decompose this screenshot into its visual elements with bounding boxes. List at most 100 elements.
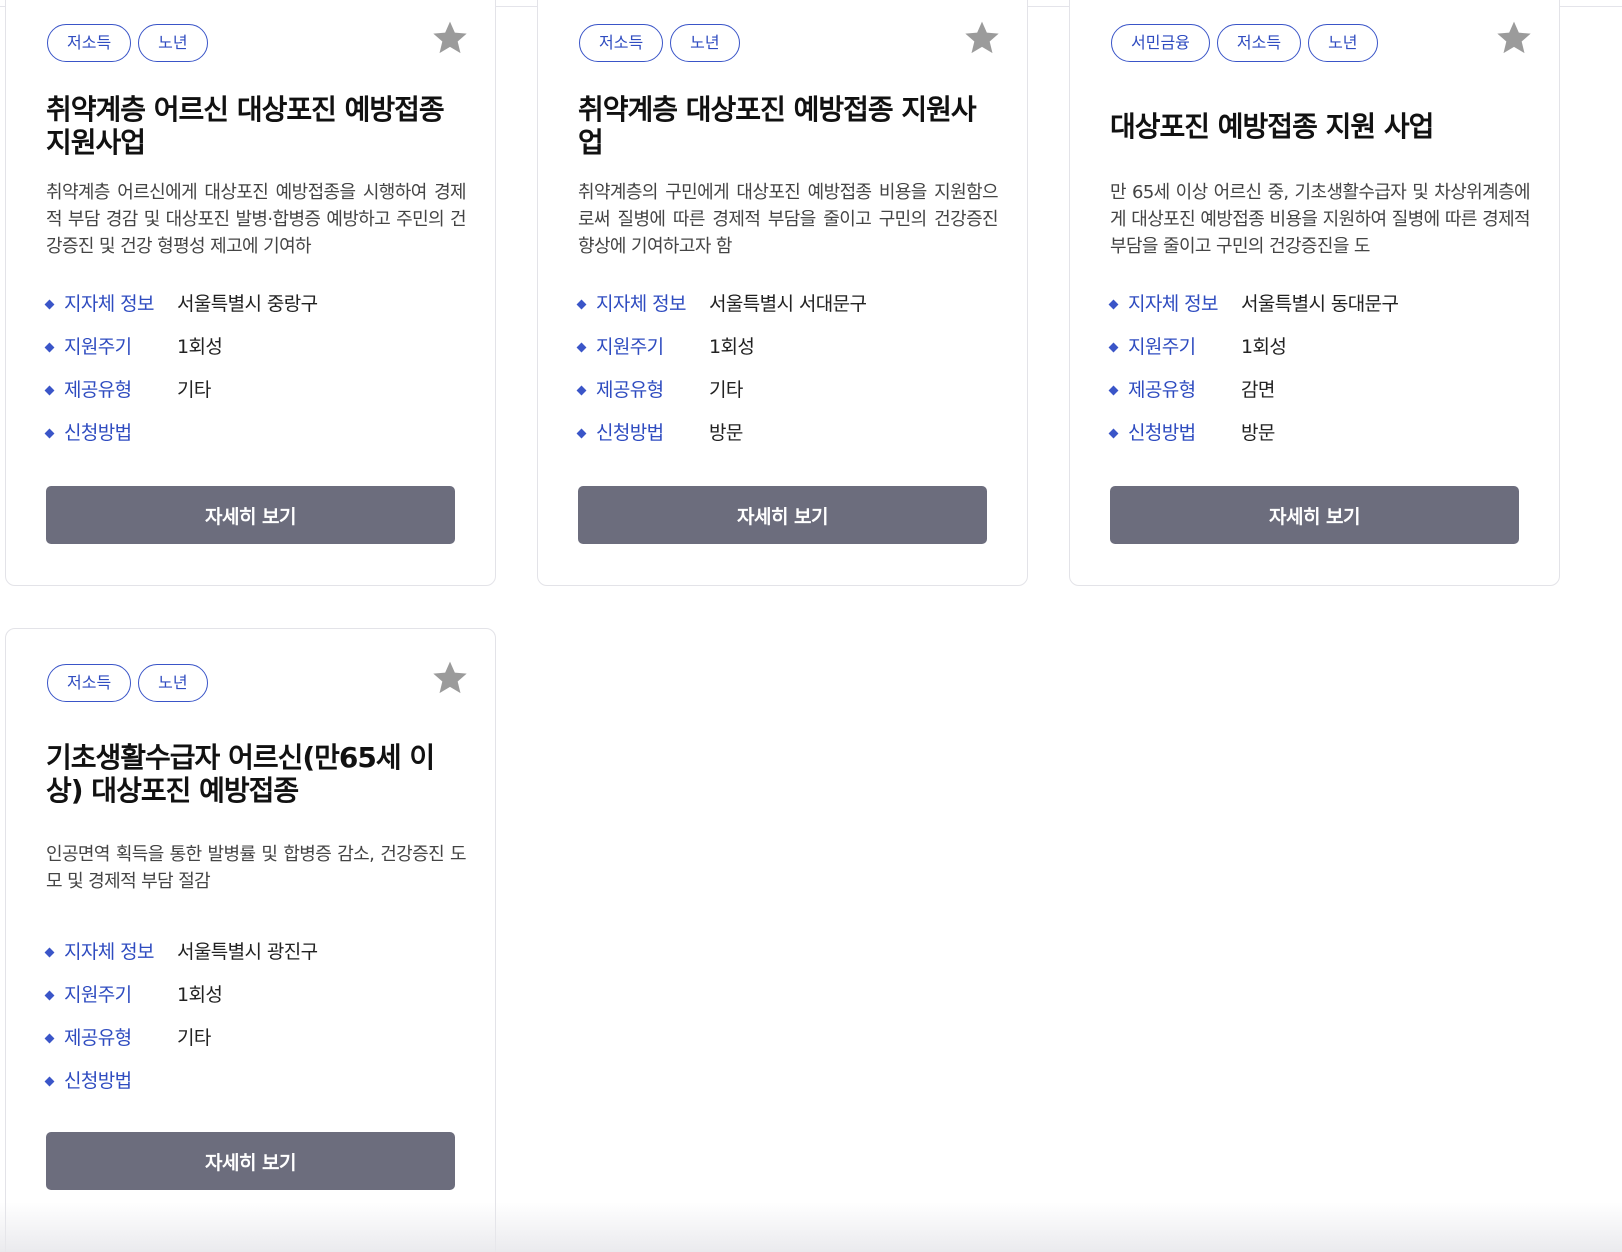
info-row-region: 지자체 정보 서울특별시 광진구	[44, 939, 464, 982]
info-row-method: 신청방법 방문	[1108, 420, 1528, 463]
info-value: 방문	[1241, 422, 1275, 444]
info-value: 기타	[709, 379, 743, 401]
diamond-bullet-icon	[44, 428, 55, 439]
info-label: 제공유형	[64, 1027, 132, 1049]
info-value: 1회성	[177, 336, 223, 358]
info-row-cycle: 지원주기 1회성	[1108, 334, 1528, 377]
diamond-bullet-icon	[44, 342, 55, 353]
info-list: 지자체 정보 서울특별시 중랑구 지원주기 1회성 제공유형 기타 신청방법	[44, 291, 464, 463]
info-label: 신청방법	[64, 422, 132, 444]
tag-chip[interactable]: 노년	[670, 24, 740, 62]
card-description: 취약계층의 구민에게 대상포진 예방접종 비용을 지원함으로써 질병에 따른 경…	[578, 182, 998, 257]
info-row-method: 신청방법	[44, 420, 464, 463]
info-label: 지자체 정보	[1128, 293, 1218, 315]
info-row-region: 지자체 정보 서울특별시 서대문구	[576, 291, 996, 334]
service-card: 저소득 노년 기초생활수급자 어르신(만65세 이상) 대상포진 예방접종 인공…	[5, 628, 496, 1252]
diamond-bullet-icon	[576, 385, 587, 396]
service-card: 저소득 노년 취약계층 대상포진 예방접종 지원사업 취약계층의 구민에게 대상…	[537, 0, 1028, 586]
diamond-bullet-icon	[44, 299, 55, 310]
diamond-bullet-icon	[1108, 342, 1119, 353]
detail-button[interactable]: 자세히 보기	[46, 486, 455, 544]
star-icon[interactable]	[1494, 18, 1534, 58]
card-title: 대상포진 예방접종 지원 사업	[1110, 110, 1434, 143]
info-list: 지자체 정보 서울특별시 광진구 지원주기 1회성 제공유형 기타 신청방법	[44, 939, 464, 1111]
info-value: 서울특별시 광진구	[177, 941, 318, 963]
info-label: 지자체 정보	[64, 293, 154, 315]
card-description: 만 65세 이상 어르신 중, 기초생활수급자 및 차상위계층에게 대상포진 예…	[1110, 182, 1530, 257]
diamond-bullet-icon	[576, 342, 587, 353]
info-row-cycle: 지원주기 1회성	[576, 334, 996, 377]
info-row-type: 제공유형 기타	[44, 1025, 464, 1068]
info-value: 서울특별시 동대문구	[1241, 293, 1399, 315]
service-card: 저소득 노년 취약계층 어르신 대상포진 예방접종 지원사업 취약계층 어르신에…	[5, 0, 496, 586]
diamond-bullet-icon	[576, 428, 587, 439]
info-label: 지원주기	[1128, 336, 1196, 358]
info-label: 신청방법	[1128, 422, 1196, 444]
detail-button[interactable]: 자세히 보기	[46, 1132, 455, 1190]
info-label: 제공유형	[596, 379, 664, 401]
star-icon[interactable]	[430, 658, 470, 698]
tag-chip[interactable]: 저소득	[1216, 24, 1302, 62]
info-label: 제공유형	[1128, 379, 1196, 401]
detail-button[interactable]: 자세히 보기	[578, 486, 987, 544]
detail-button[interactable]: 자세히 보기	[1110, 486, 1519, 544]
tag-chip[interactable]: 노년	[138, 24, 208, 62]
info-label: 제공유형	[64, 379, 132, 401]
info-value: 기타	[177, 379, 211, 401]
star-icon[interactable]	[962, 18, 1002, 58]
info-label: 지원주기	[64, 984, 132, 1006]
tag-list: 저소득 노년	[47, 664, 208, 702]
diamond-bullet-icon	[576, 299, 587, 310]
info-value: 1회성	[1241, 336, 1287, 358]
info-row-type: 제공유형 기타	[576, 377, 996, 420]
tag-list: 서민금융 저소득 노년	[1111, 24, 1378, 62]
tag-chip[interactable]: 저소득	[579, 24, 664, 62]
tag-list: 저소득 노년	[579, 24, 740, 62]
info-value: 방문	[709, 422, 743, 444]
diamond-bullet-icon	[44, 1033, 55, 1044]
tag-chip[interactable]: 서민금융	[1111, 24, 1210, 62]
card-title: 취약계층 대상포진 예방접종 지원사업	[578, 93, 977, 159]
info-row-cycle: 지원주기 1회성	[44, 334, 464, 377]
info-row-region: 지자체 정보 서울특별시 동대문구	[1108, 291, 1528, 334]
tag-chip[interactable]: 저소득	[47, 664, 132, 702]
service-card-grid: 저소득 노년 취약계층 어르신 대상포진 예방접종 지원사업 취약계층 어르신에…	[0, 0, 1622, 1252]
info-value: 서울특별시 서대문구	[709, 293, 867, 315]
diamond-bullet-icon	[44, 947, 55, 958]
diamond-bullet-icon	[1108, 299, 1119, 310]
info-value: 서울특별시 중랑구	[177, 293, 318, 315]
info-label: 지원주기	[64, 336, 132, 358]
card-title: 취약계층 어르신 대상포진 예방접종 지원사업	[46, 93, 445, 159]
diamond-bullet-icon	[44, 385, 55, 396]
diamond-bullet-icon	[1108, 385, 1119, 396]
tag-list: 저소득 노년	[47, 24, 208, 62]
info-label: 신청방법	[64, 1070, 132, 1092]
tag-chip[interactable]: 노년	[138, 664, 208, 702]
info-label: 신청방법	[596, 422, 664, 444]
info-label: 지자체 정보	[596, 293, 686, 315]
diamond-bullet-icon	[1108, 428, 1119, 439]
info-row-type: 제공유형 기타	[44, 377, 464, 420]
tag-chip[interactable]: 저소득	[47, 24, 132, 62]
star-icon[interactable]	[430, 18, 470, 58]
info-row-type: 제공유형 감면	[1108, 377, 1528, 420]
info-value: 1회성	[709, 336, 755, 358]
service-card: 서민금융 저소득 노년 대상포진 예방접종 지원 사업 만 65세 이상 어르신…	[1069, 0, 1560, 586]
info-value: 기타	[177, 1027, 211, 1049]
info-row-method: 신청방법	[44, 1068, 464, 1111]
info-value: 1회성	[177, 984, 223, 1006]
info-row-cycle: 지원주기 1회성	[44, 982, 464, 1025]
info-value: 감면	[1241, 379, 1275, 401]
tag-chip[interactable]: 노년	[1308, 24, 1378, 62]
diamond-bullet-icon	[44, 990, 55, 1001]
info-label: 지자체 정보	[64, 941, 154, 963]
info-label: 지원주기	[596, 336, 664, 358]
info-list: 지자체 정보 서울특별시 서대문구 지원주기 1회성 제공유형 기타 신청방법 방문	[576, 291, 996, 463]
card-description: 취약계층 어르신에게 대상포진 예방접종을 시행하여 경제적 부담 경감 및 대…	[46, 182, 466, 257]
info-row-region: 지자체 정보 서울특별시 중랑구	[44, 291, 464, 334]
info-row-method: 신청방법 방문	[576, 420, 996, 463]
info-list: 지자체 정보 서울특별시 동대문구 지원주기 1회성 제공유형 감면 신청방법 방문	[1108, 291, 1528, 463]
diamond-bullet-icon	[44, 1076, 55, 1087]
card-description: 인공면역 획득을 통한 발병률 및 합병증 감소, 건강증진 도모 및 경제적 …	[46, 844, 466, 892]
card-title: 기초생활수급자 어르신(만65세 이상) 대상포진 예방접종	[46, 741, 435, 807]
